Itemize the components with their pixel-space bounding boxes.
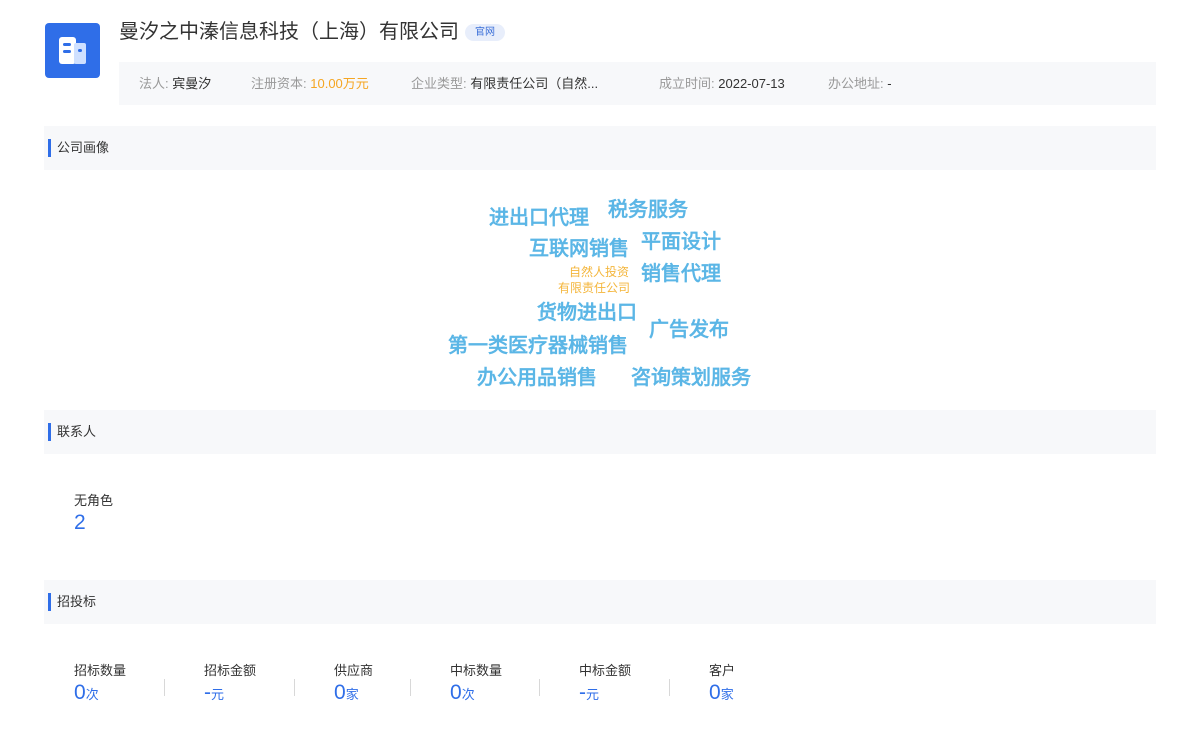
contacts-section-title: 联系人 xyxy=(57,424,97,439)
stat-divider xyxy=(294,679,295,696)
stat-value: -元 xyxy=(204,681,225,704)
contact-role-count[interactable]: 2 xyxy=(74,510,113,536)
capital-label: 注册资本: xyxy=(251,76,307,91)
stat-label: 中标数量 xyxy=(450,663,503,678)
legal-person-label: 法人: xyxy=(139,76,169,91)
capital-info: 注册资本: 10.00万元 xyxy=(251,62,369,105)
word-cloud-item: 自然人投资 xyxy=(569,265,630,279)
address-info: 办公地址: - xyxy=(828,62,892,105)
company-logo xyxy=(45,23,100,78)
stat-label: 招标金额 xyxy=(204,663,257,678)
customer-stat[interactable]: 客户 0家 xyxy=(709,662,735,708)
building-icon xyxy=(59,37,86,64)
word-cloud-item: 第一类医疗器械销售 xyxy=(448,335,628,357)
bidding-section-header: 招投标 xyxy=(44,580,1156,624)
bid-count-stat[interactable]: 招标数量 0次 xyxy=(74,662,126,708)
stat-divider xyxy=(164,679,165,696)
stat-value: 0家 xyxy=(709,681,734,704)
word-cloud-item: 互联网销售 xyxy=(529,238,629,260)
stat-label: 供应商 xyxy=(334,663,374,678)
legal-person-value[interactable]: 宾曼汐 xyxy=(172,76,211,91)
stat-divider xyxy=(669,679,670,696)
contact-role-stat[interactable]: 无角色 2 xyxy=(74,492,113,536)
established-label: 成立时间: xyxy=(659,76,715,91)
win-amount-stat[interactable]: 中标金额 -元 xyxy=(579,662,631,708)
official-site-link[interactable]: 官网 xyxy=(465,24,505,41)
capital-value: 10.00万元 xyxy=(310,76,369,91)
stat-value: 0家 xyxy=(334,681,359,704)
word-cloud-item: 税务服务 xyxy=(608,199,688,221)
word-cloud-item: 咨询策划服务 xyxy=(631,367,751,389)
word-cloud-item: 办公用品销售 xyxy=(477,367,597,389)
stat-label: 招标数量 xyxy=(74,663,127,678)
section-accent-bar xyxy=(48,423,51,441)
stat-value: 0次 xyxy=(450,681,475,704)
stat-value: -元 xyxy=(579,681,600,704)
company-name: 曼汐之中溱信息科技（上海）有限公司 xyxy=(119,21,459,43)
company-type-label: 企业类型: xyxy=(411,76,467,91)
word-cloud-item: 货物进出口 xyxy=(537,302,637,324)
profile-section-title: 公司画像 xyxy=(57,140,110,155)
word-cloud-item: 有限责任公司 xyxy=(558,281,631,295)
section-accent-bar xyxy=(48,593,51,611)
company-type-value: 有限责任公司（自然... xyxy=(470,76,599,91)
company-info-bar: 法人: 宾曼汐 注册资本: 10.00万元 企业类型: 有限责任公司（自然...… xyxy=(119,62,1156,105)
stat-label: 中标金额 xyxy=(579,663,632,678)
bid-amount-stat[interactable]: 招标金额 -元 xyxy=(204,662,256,708)
stat-divider xyxy=(410,679,411,696)
stat-divider xyxy=(539,679,540,696)
address-label: 办公地址: xyxy=(828,76,884,91)
word-cloud-item: 广告发布 xyxy=(649,319,729,341)
word-cloud-item: 平面设计 xyxy=(641,231,721,253)
win-count-stat[interactable]: 中标数量 0次 xyxy=(450,662,502,708)
profile-section-header: 公司画像 xyxy=(44,126,1156,170)
company-title: 曼汐之中溱信息科技（上海）有限公司 官网 xyxy=(119,18,505,46)
contacts-section-header: 联系人 xyxy=(44,410,1156,454)
stat-label: 客户 xyxy=(709,663,736,678)
legal-person-info: 法人: 宾曼汐 xyxy=(139,62,211,105)
bidding-section-title: 招投标 xyxy=(57,594,97,609)
contact-role-label: 无角色 xyxy=(74,493,114,508)
established-info: 成立时间: 2022-07-13 xyxy=(659,62,785,105)
word-cloud: 进出口代理 税务服务 互联网销售 平面设计 自然人投资 销售代理 有限责任公司 … xyxy=(0,170,1200,405)
stat-value: 0次 xyxy=(74,681,99,704)
word-cloud-item: 销售代理 xyxy=(641,263,721,285)
address-value: - xyxy=(887,76,892,91)
company-type-info: 企业类型: 有限责任公司（自然... xyxy=(411,62,598,105)
section-accent-bar xyxy=(48,139,51,157)
established-value: 2022-07-13 xyxy=(718,76,785,91)
word-cloud-item: 进出口代理 xyxy=(489,207,589,229)
supplier-stat[interactable]: 供应商 0家 xyxy=(334,662,373,708)
